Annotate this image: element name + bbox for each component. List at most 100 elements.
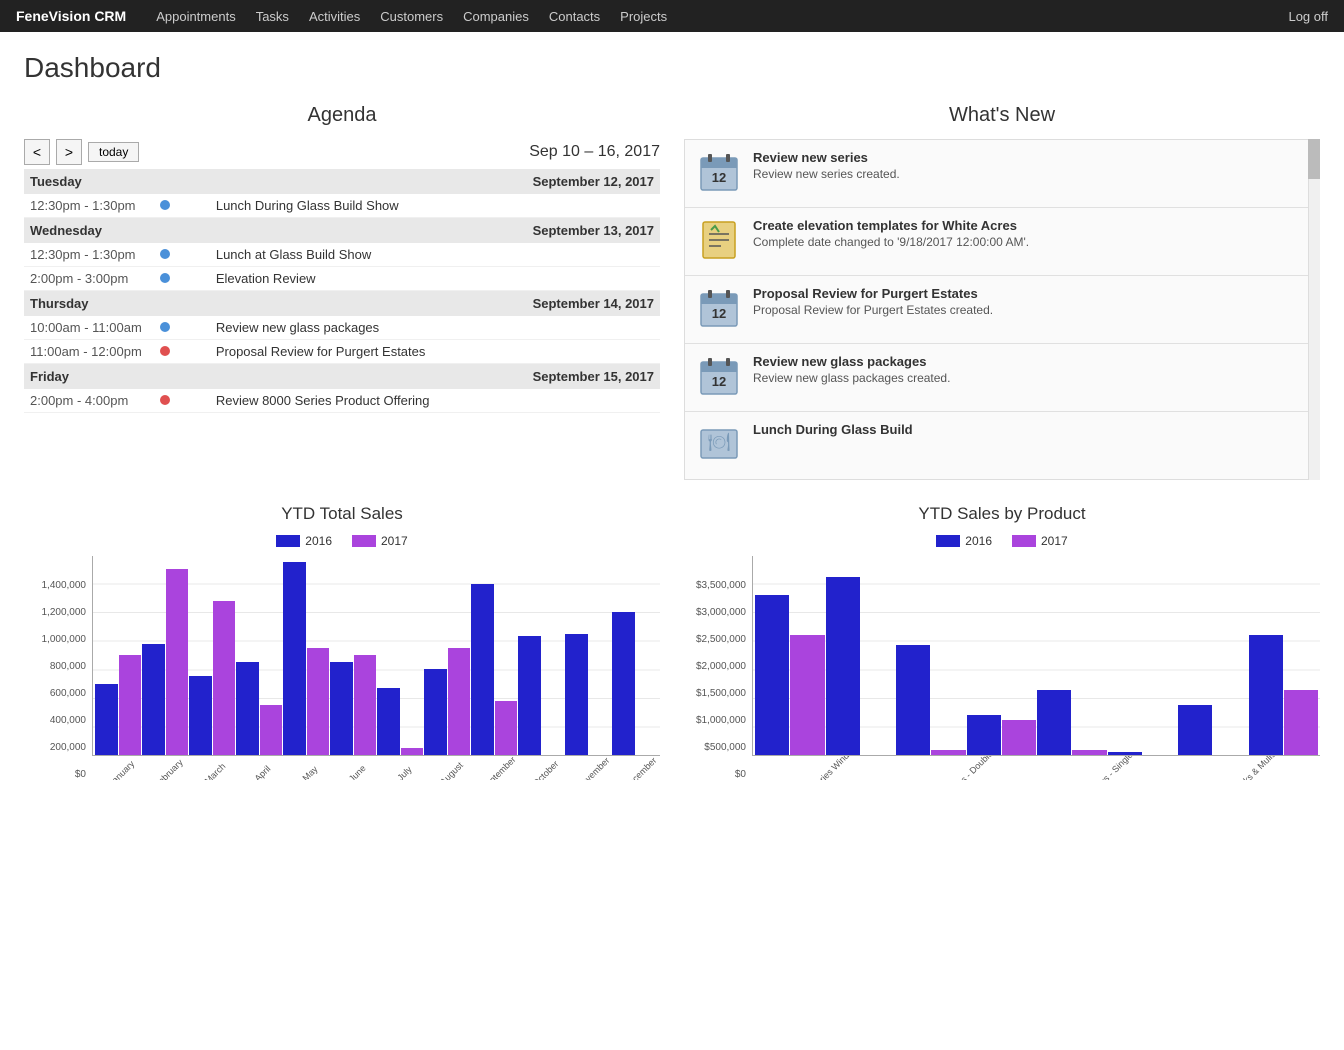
agenda-day-header: FridaySeptember 15, 2017 (24, 364, 660, 390)
product-legend-2016: 2016 (936, 534, 992, 548)
bar-group (1249, 635, 1319, 755)
wn-item-title: Review new series (753, 150, 1307, 165)
agenda-next-button[interactable]: > (56, 139, 82, 165)
wn-icon-container: 🍽 (697, 422, 741, 469)
nav-customers[interactable]: Customers (380, 9, 443, 24)
bar-2017 (213, 601, 236, 755)
chart-wrapper: $3,500,000$3,000,000$2,500,000$2,000,000… (684, 556, 1320, 780)
bar-2017 (354, 655, 377, 755)
event-title: Proposal Review for Purgert Estates (210, 340, 660, 364)
product-legend-2016-label: 2016 (965, 534, 992, 548)
nav-appointments[interactable]: Appointments (156, 9, 236, 24)
wn-icon-container: 12 (697, 286, 741, 333)
bar-group (283, 562, 329, 755)
bar-2017 (1002, 720, 1036, 755)
whats-new-item: 12 Proposal Review for Purgert Estates P… (685, 276, 1319, 344)
agenda-day-header: WednesdaySeptember 13, 2017 (24, 218, 660, 244)
event-time: 2:00pm - 4:00pm (24, 389, 154, 413)
y-label: $2,000,000 (684, 661, 746, 672)
agenda-section: Agenda < > today Sep 10 – 16, 2017 Tuesd… (24, 104, 660, 480)
whats-new-item: 12 Review new glass packages Review new … (685, 344, 1319, 412)
calendar-icon: 12 (697, 286, 741, 330)
x-label: Stacks & Mulls (1228, 756, 1277, 780)
x-label: September (479, 756, 517, 780)
bar-2016 (1249, 635, 1283, 755)
x-label: Doors - Single (1088, 756, 1135, 780)
product-legend-2017-label: 2017 (1041, 534, 1068, 548)
agenda-event-row: 12:30pm - 1:30pm Lunch During Glass Buil… (24, 194, 660, 218)
bar-area (92, 556, 660, 756)
y-axis: 1,400,0001,200,0001,000,000800,000600,00… (24, 580, 92, 780)
bar-2016 (967, 715, 1001, 755)
bar-group (1178, 705, 1248, 755)
event-dot (154, 340, 210, 364)
y-label: 800,000 (24, 661, 86, 672)
x-label-wrapper: March (188, 756, 235, 780)
x-labels: January February March April May June Ju… (92, 756, 660, 780)
day-date: September 12, 2017 (210, 169, 660, 194)
bar-2016 (330, 662, 353, 755)
bar-2016 (377, 688, 400, 755)
y-label: $3,500,000 (684, 580, 746, 591)
x-label: January (106, 759, 136, 780)
bar-group (565, 634, 611, 755)
product-legend-swatch-2017 (1012, 535, 1036, 547)
agenda-date-range: Sep 10 – 16, 2017 (145, 143, 660, 161)
day-name: Thursday (24, 291, 210, 317)
agenda-today-button[interactable]: today (88, 142, 139, 162)
y-label: 1,200,000 (24, 607, 86, 618)
nav-contacts[interactable]: Contacts (549, 9, 600, 24)
legend-2016-label: 2016 (305, 534, 332, 548)
wn-item-desc: Review new glass packages created. (753, 371, 1307, 385)
nav-activities[interactable]: Activities (309, 9, 360, 24)
x-label: March (203, 761, 228, 780)
scroll-thumb[interactable] (1308, 139, 1320, 179)
x-label-wrapper: November (566, 756, 613, 780)
agenda-event-row: 10:00am - 11:00am Review new glass packa… (24, 316, 660, 340)
svg-text:12: 12 (712, 374, 726, 389)
bar-group (142, 569, 188, 755)
charts-grid: YTD Total Sales 2016 2017 1,400,0001,200… (24, 504, 1320, 780)
x-label: December (622, 756, 658, 780)
bar-2016 (755, 595, 789, 755)
bar-group (424, 648, 470, 755)
day-name: Friday (24, 364, 210, 390)
wn-item-desc: Complete date changed to '9/18/2017 12:0… (753, 235, 1307, 249)
agenda-prev-button[interactable]: < (24, 139, 50, 165)
main-grid: Agenda < > today Sep 10 – 16, 2017 Tuesd… (24, 104, 1320, 480)
scrollbar[interactable] (1308, 139, 1320, 480)
page-content: Dashboard Agenda < > today Sep 10 – 16, … (0, 32, 1344, 800)
bar-2016 (896, 645, 930, 755)
y-label: 600,000 (24, 688, 86, 699)
wn-text: Review new series Review new series crea… (753, 150, 1307, 181)
bar-group (377, 688, 423, 755)
bar-2016 (1037, 690, 1071, 755)
nav-tasks[interactable]: Tasks (256, 9, 289, 24)
bar-2016 (236, 662, 259, 755)
event-title: Review 8000 Series Product Offering (210, 389, 660, 413)
logoff-link[interactable]: Log off (1288, 9, 1328, 24)
agenda-event-row: 12:30pm - 1:30pm Lunch at Glass Build Sh… (24, 243, 660, 267)
bar-group (330, 655, 376, 755)
svg-text:🍽: 🍽 (708, 432, 731, 452)
agenda-table: TuesdaySeptember 12, 2017 12:30pm - 1:30… (24, 169, 660, 413)
y-label: 1,400,000 (24, 580, 86, 591)
x-label: October (531, 759, 561, 780)
wn-item-title: Create elevation templates for White Acr… (753, 218, 1307, 233)
bar-group (612, 612, 658, 755)
ytd-product-legend: 2016 2017 (684, 534, 1320, 548)
x-label: May (300, 764, 319, 780)
top-nav: FeneVision CRM Appointments Tasks Activi… (0, 0, 1344, 32)
bar-2017 (1284, 690, 1318, 755)
whats-new-scroll-area: 12 Review new series Review new series c… (684, 139, 1320, 480)
x-label-wrapper: April (236, 756, 283, 780)
wn-icon-container: 12 (697, 150, 741, 197)
x-label-wrapper: May (283, 756, 330, 780)
nav-projects[interactable]: Projects (620, 9, 667, 24)
event-time: 11:00am - 12:00pm (24, 340, 154, 364)
ytd-sales-chart: YTD Total Sales 2016 2017 1,400,0001,200… (24, 504, 660, 780)
nav-companies[interactable]: Companies (463, 9, 529, 24)
x-label: February (152, 757, 185, 780)
wn-item-title: Lunch During Glass Build (753, 422, 1307, 437)
bar-2017 (790, 635, 824, 755)
